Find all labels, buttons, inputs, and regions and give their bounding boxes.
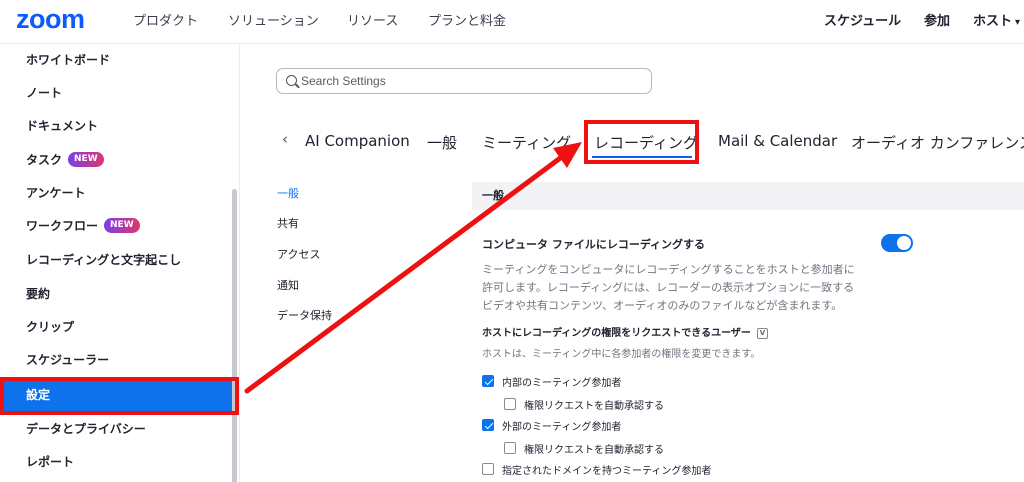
sidebar-item-label: ホワイトボード: [26, 53, 111, 67]
checkbox-unchecked[interactable]: [504, 442, 516, 454]
sidebar-item-recordings[interactable]: レコーディングと文字起こし: [0, 244, 236, 276]
option-label: 権限リクエストを自動承認する: [524, 400, 664, 412]
checkbox-checked[interactable]: [482, 419, 494, 431]
permission-subtitle: ホストにレコーディングの権限をリクエストできるユーザー V: [482, 324, 768, 339]
sidebar-item-tasks[interactable]: タスク NEW: [0, 144, 236, 176]
nav-host[interactable]: ホスト ▾: [973, 10, 1020, 29]
section-header-general: 一般: [472, 182, 1024, 210]
option-internal-auto-approve[interactable]: 権限リクエストを自動承認する: [504, 396, 664, 412]
subnav-notifications[interactable]: 通知: [277, 277, 299, 293]
nav-schedule[interactable]: スケジュール: [824, 10, 901, 29]
option-label: 内部のミーティング参加者: [502, 377, 622, 389]
sidebar-item-label: ドキュメント: [26, 119, 99, 133]
chevron-down-icon: ▾: [1015, 17, 1021, 28]
option-label: 権限リクエストを自動承認する: [524, 444, 664, 456]
checkbox-checked[interactable]: [482, 375, 494, 387]
search-input[interactable]: [301, 72, 641, 90]
tab-scroll-left-icon[interactable]: ‹: [282, 130, 288, 148]
setting-description-line: 許可します。レコーディングには、レコーダーの表示オプションに一致する: [482, 281, 855, 294]
subnav-sharing[interactable]: 共有: [277, 215, 299, 231]
zoom-logo[interactable]: zoom: [16, 4, 85, 35]
checkbox-unchecked[interactable]: [504, 398, 516, 410]
nav-plans-pricing[interactable]: プランと料金: [428, 10, 506, 29]
tab-general[interactable]: 一般: [427, 132, 457, 153]
sidebar-item-label: アンケート: [26, 186, 86, 200]
search-icon: [286, 75, 297, 86]
subnav-data-retention[interactable]: データ保持: [277, 307, 332, 323]
settings-highlight-box: [0, 377, 239, 415]
recording-tab-highlight-box: [584, 120, 699, 164]
sidebar-scrollbar[interactable]: [232, 189, 237, 482]
sidebar-item-scheduler[interactable]: スケジューラー: [0, 344, 236, 376]
option-internal-participants[interactable]: 内部のミーティング参加者: [482, 373, 621, 389]
tab-meeting[interactable]: ミーティング: [482, 132, 571, 153]
nav-join[interactable]: 参加: [924, 10, 950, 29]
option-external-auto-approve[interactable]: 権限リクエストを自動承認する: [504, 440, 664, 456]
sidebar-item-label: タスク: [26, 153, 63, 167]
sidebar-item-label: データとプライバシー: [26, 422, 146, 436]
sidebar-item-label: ノート: [26, 86, 63, 100]
nav-host-label: ホスト: [973, 14, 1013, 29]
sidebar-item-whiteboard[interactable]: ホワイトボード: [0, 44, 236, 76]
setting-description-line: ミーティングをコンピュータにレコーディングすることをホストと参加者に: [482, 263, 855, 276]
sidebar-item-clips[interactable]: クリップ: [0, 311, 236, 343]
sidebar-item-polls[interactable]: アンケート: [0, 177, 236, 209]
option-domain-participants[interactable]: 指定されたドメインを持つミーティング参加者: [482, 461, 711, 477]
permission-description: ホストは、ミーティング中に各参加者の権限を変更できます。: [482, 349, 761, 360]
top-navigation: zoom プロダクト ソリューション リソース プランと料金 スケジュール 参加…: [0, 0, 1024, 44]
local-recording-toggle[interactable]: [881, 234, 913, 252]
info-icon[interactable]: V: [756, 327, 768, 339]
tab-audio-conferencing[interactable]: オーディオ カンファレンス: [851, 132, 1024, 153]
permission-subtitle-text: ホストにレコーディングの権限をリクエストできるユーザー: [482, 328, 751, 339]
sidebar-item-reports[interactable]: レポート: [0, 446, 236, 478]
sidebar-item-label: クリップ: [26, 320, 75, 334]
sidebar-item-label: レコーディングと文字起こし: [26, 253, 182, 267]
checkbox-unchecked[interactable]: [482, 463, 494, 475]
nav-products[interactable]: プロダクト: [133, 10, 198, 29]
setting-description-line: ビデオや共有コンテンツ、オーディオのみのファイルなどが含まれます。: [482, 299, 843, 312]
search-box[interactable]: [276, 68, 652, 94]
subnav-general[interactable]: 一般: [277, 185, 299, 201]
nav-resources[interactable]: リソース: [347, 10, 398, 29]
sidebar-item-label: 要約: [26, 287, 51, 301]
new-badge: NEW: [104, 218, 140, 233]
setting-title-local-recording: コンピュータ ファイルにレコーディングする: [482, 238, 706, 251]
sidebar: ホワイトボード ノート ドキュメント タスク NEW アンケート ワークフロー NE…: [0, 44, 240, 482]
sidebar-item-label: レポート: [26, 455, 75, 469]
option-label: 指定されたドメインを持つミーティング参加者: [502, 465, 712, 477]
subnav-access[interactable]: アクセス: [277, 246, 320, 262]
option-label: 外部のミーティング参加者: [502, 421, 622, 433]
option-external-participants[interactable]: 外部のミーティング参加者: [482, 417, 621, 433]
new-badge: NEW: [68, 152, 104, 167]
sidebar-item-summaries[interactable]: 要約: [0, 278, 236, 310]
sidebar-item-notes[interactable]: ノート: [0, 77, 236, 109]
sidebar-item-label: スケジューラー: [26, 353, 110, 367]
sidebar-item-workflows[interactable]: ワークフロー NEW: [0, 210, 236, 242]
sidebar-item-docs[interactable]: ドキュメント: [0, 110, 236, 142]
nav-solutions[interactable]: ソリューション: [228, 10, 319, 29]
sidebar-item-label: ワークフロー: [26, 219, 99, 233]
tab-mail-calendar[interactable]: Mail & Calendar: [718, 132, 837, 150]
tab-ai-companion[interactable]: AI Companion: [305, 132, 410, 150]
sidebar-item-data-privacy[interactable]: データとプライバシー: [0, 413, 236, 445]
